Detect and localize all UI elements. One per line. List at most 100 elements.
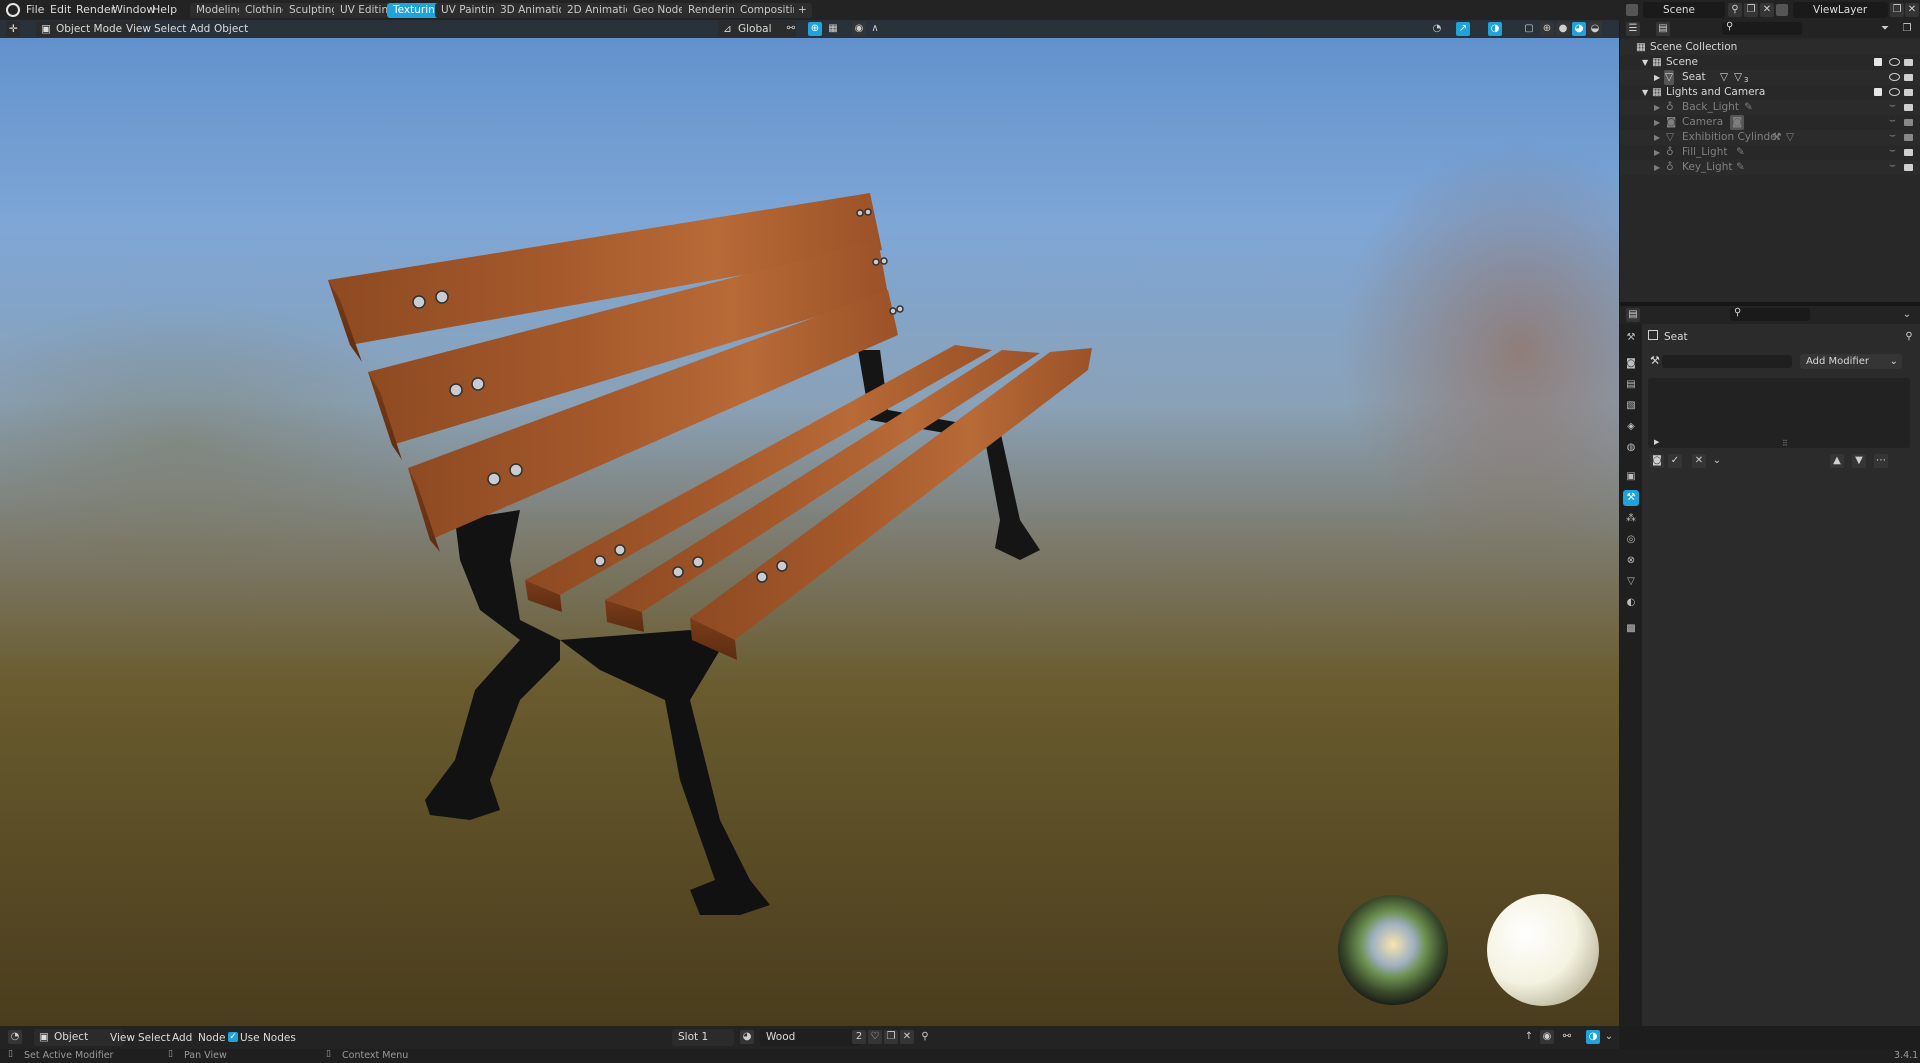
pin-icon[interactable]: ⚲ <box>1902 330 1916 344</box>
outliner-row-fill-light[interactable]: ▶ ♁ Fill_Light ✎ ⌣ <box>1620 143 1920 160</box>
material-tab-icon[interactable]: ◐ <box>1623 595 1639 611</box>
unlink-material-icon[interactable]: ✕ <box>900 1030 914 1044</box>
outliner-row-key-light[interactable]: ▶ ♁ Key_Light ✎ ⌣ <box>1620 158 1920 175</box>
display-mode-icon[interactable]: ▤ <box>1656 22 1670 36</box>
eye-icon[interactable] <box>1889 88 1900 96</box>
snap-node-icon[interactable]: ◉ <box>1540 1030 1554 1044</box>
resize-grip-icon[interactable]: ⠿ <box>1782 439 1788 448</box>
eye-closed-icon[interactable]: ⌣ <box>1889 98 1896 113</box>
overlay-chevron-icon[interactable]: ⌄ <box>1602 1030 1616 1044</box>
menu-help[interactable]: Help <box>152 3 177 17</box>
camera-icon[interactable] <box>1904 149 1913 156</box>
new-scene-icon[interactable]: ❐ <box>1744 3 1758 17</box>
properties-editor-type-icon[interactable]: ▤ <box>1626 308 1640 322</box>
pin-icon[interactable]: ⚲ <box>918 1030 932 1044</box>
camera-icon[interactable] <box>1904 74 1913 81</box>
add-workspace-button[interactable]: + <box>794 3 811 18</box>
eye-closed-icon[interactable]: ⌣ <box>1889 158 1896 173</box>
menu-file[interactable]: File <box>26 3 44 17</box>
eye-icon[interactable] <box>1889 58 1900 66</box>
options-chevron-icon[interactable]: ⌄ <box>1900 308 1914 322</box>
shader-editor-type-icon[interactable]: ◔ <box>8 1030 22 1044</box>
snap-icon[interactable]: ⊕ <box>808 22 822 36</box>
constraints-tab-icon[interactable]: ⊗ <box>1623 553 1639 569</box>
editor-type-button[interactable]: ✛ <box>6 21 20 37</box>
material-slot-selector[interactable]: Slot 1 <box>672 1029 734 1046</box>
outliner-row-back-light[interactable]: ▶ ♁ Back_Light ✎ ⌣ <box>1620 98 1920 115</box>
visibility-icon[interactable]: ◔ <box>1430 22 1444 36</box>
menu-window[interactable]: Window <box>112 3 155 17</box>
more-options-icon[interactable]: ⋯ <box>1874 454 1888 468</box>
viewport-menu-add[interactable]: Add <box>190 22 210 36</box>
new-view-layer-icon[interactable]: ❐ <box>1890 3 1904 17</box>
camera-icon[interactable] <box>1904 59 1913 66</box>
shader-menu-add[interactable]: Add <box>172 1031 192 1045</box>
render-tab-icon[interactable]: ◙ <box>1623 356 1639 372</box>
particles-tab-icon[interactable]: ⁂ <box>1623 511 1639 527</box>
exclude-checkbox[interactable] <box>1874 88 1882 96</box>
outliner-row-scene-collection[interactable]: ▦ Scene Collection <box>1620 40 1920 55</box>
move-down-icon[interactable]: ▼ <box>1852 454 1866 468</box>
move-up-icon[interactable]: ▲ <box>1830 454 1844 468</box>
viewport-menu-view[interactable]: View <box>126 22 151 36</box>
shader-menu-node[interactable]: Node <box>198 1031 225 1045</box>
scene-selector-icon[interactable] <box>1626 4 1638 16</box>
blender-logo-icon[interactable] <box>6 3 20 17</box>
camera-icon[interactable] <box>1904 104 1913 111</box>
menu-edit[interactable]: Edit <box>50 3 71 17</box>
pin-icon[interactable]: ⚲ <box>1728 3 1742 17</box>
overlay-toggle-icon[interactable]: ◑ <box>1586 1030 1600 1044</box>
outliner-row-lights-and-camera[interactable]: ▼ ▦ Lights and Camera <box>1620 85 1920 100</box>
menu-render[interactable]: Render <box>76 3 115 17</box>
object-tab-icon[interactable]: ▣ <box>1623 469 1639 485</box>
viewport-menu-object[interactable]: Object <box>214 22 248 36</box>
use-nodes-checkbox[interactable]: ✓ <box>228 1032 238 1042</box>
gizmo-icon[interactable]: ↗ <box>1456 22 1470 36</box>
view-layer-field[interactable]: ViewLayer <box>1793 2 1888 18</box>
tool-tab-icon[interactable]: ⚒ <box>1623 330 1639 346</box>
eye-closed-icon[interactable]: ⌣ <box>1889 113 1896 128</box>
snap-target-icon[interactable]: ⚯ <box>1560 1030 1574 1044</box>
outliner-row-scene[interactable]: ▼ ▦ Scene <box>1620 55 1920 70</box>
output-tab-icon[interactable]: ▤ <box>1623 377 1639 393</box>
new-collection-icon[interactable]: ❐ <box>1900 22 1914 36</box>
remove-icon[interactable]: ✕ <box>1692 454 1706 468</box>
parent-node-tree-icon[interactable]: ↑ <box>1522 1030 1536 1044</box>
delete-view-layer-icon[interactable]: ✕ <box>1905 3 1919 17</box>
world-tab-icon[interactable]: ◍ <box>1623 440 1639 456</box>
pivot-icon[interactable]: ⚯ <box>784 22 798 36</box>
filter-icon[interactable]: ⏷ <box>1878 22 1892 36</box>
delete-scene-icon[interactable]: ✕ <box>1760 3 1774 17</box>
camera-icon[interactable] <box>1904 89 1913 96</box>
more-chevron-icon[interactable]: ⌄ <box>1710 454 1724 468</box>
viewport-menu-select[interactable]: Select <box>154 22 186 36</box>
physics-tab-icon[interactable]: ◎ <box>1623 532 1639 548</box>
view-layer-tab-icon[interactable]: ▧ <box>1623 398 1639 414</box>
outliner-editor-type-icon[interactable]: ☰ <box>1626 22 1640 36</box>
shader-menu-select[interactable]: Select <box>138 1031 170 1045</box>
outliner-row-exhibition-cylinder[interactable]: ▶ ▽ Exhibition Cylinder ⚒ ▽ ⌣ <box>1620 129 1920 145</box>
modifier-tab-icon[interactable]: ⚒ <box>1623 490 1639 506</box>
proportional-edit-icon[interactable]: ◉ <box>852 22 866 36</box>
eye-icon[interactable] <box>1889 73 1900 81</box>
scene-name-field[interactable]: Scene <box>1643 2 1725 18</box>
snap-target-icon[interactable]: ▦ <box>826 22 840 36</box>
overlays-icon[interactable]: ◑ <box>1488 22 1502 36</box>
camera-toggle-icon[interactable]: ◙ <box>1650 454 1664 468</box>
texture-tab-icon[interactable]: ▩ <box>1623 621 1639 637</box>
exclude-checkbox[interactable] <box>1874 58 1882 66</box>
camera-icon[interactable] <box>1904 164 1913 171</box>
shader-menu-view[interactable]: View <box>110 1031 135 1045</box>
3d-viewport[interactable] <box>0 20 1619 1026</box>
wireframe-shading-icon[interactable]: ⊕ <box>1540 22 1554 36</box>
add-modifier-dropdown[interactable]: Add Modifier ⌄ <box>1800 354 1902 369</box>
view-layer-icon[interactable] <box>1776 4 1788 16</box>
outliner-row-camera[interactable]: ▶ ◙ Camera ◙ ⌣ <box>1620 113 1920 130</box>
material-preview-icon[interactable]: ◕ <box>1572 22 1586 36</box>
eye-closed-icon[interactable]: ⌣ <box>1889 143 1896 158</box>
camera-icon[interactable] <box>1904 119 1913 126</box>
rendered-shading-icon[interactable]: ◒ <box>1588 22 1602 36</box>
duplicate-material-icon[interactable]: ❐ <box>884 1030 898 1044</box>
falloff-icon[interactable]: ∧ <box>868 22 882 36</box>
properties-search-input[interactable]: ⚲ <box>1730 307 1810 321</box>
